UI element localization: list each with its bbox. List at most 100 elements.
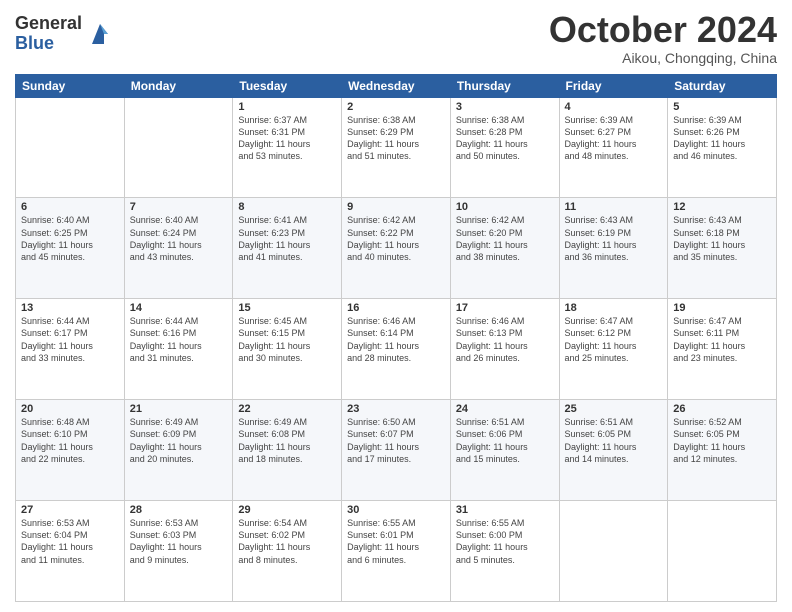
calendar-week-row: 13Sunrise: 6:44 AM Sunset: 6:17 PM Dayli…: [16, 299, 777, 400]
day-number: 10: [456, 201, 554, 213]
calendar-cell: [668, 501, 777, 602]
day-info: Sunrise: 6:49 AM Sunset: 6:09 PM Dayligh…: [130, 416, 228, 465]
day-number: 2: [347, 101, 445, 113]
day-number: 18: [565, 302, 663, 314]
location: Aikou, Chongqing, China: [549, 50, 777, 66]
calendar-cell: 13Sunrise: 6:44 AM Sunset: 6:17 PM Dayli…: [16, 299, 125, 400]
day-number: 3: [456, 101, 554, 113]
weekday-header: Friday: [559, 74, 668, 97]
calendar-cell: 25Sunrise: 6:51 AM Sunset: 6:05 PM Dayli…: [559, 400, 668, 501]
calendar-cell: 4Sunrise: 6:39 AM Sunset: 6:27 PM Daylig…: [559, 97, 668, 198]
day-number: 23: [347, 403, 445, 415]
day-info: Sunrise: 6:47 AM Sunset: 6:12 PM Dayligh…: [565, 315, 663, 364]
day-info: Sunrise: 6:52 AM Sunset: 6:05 PM Dayligh…: [673, 416, 771, 465]
day-number: 12: [673, 201, 771, 213]
calendar-cell: 30Sunrise: 6:55 AM Sunset: 6:01 PM Dayli…: [342, 501, 451, 602]
day-number: 16: [347, 302, 445, 314]
day-number: 6: [21, 201, 119, 213]
calendar-header-row: SundayMondayTuesdayWednesdayThursdayFrid…: [16, 74, 777, 97]
calendar-cell: 2Sunrise: 6:38 AM Sunset: 6:29 PM Daylig…: [342, 97, 451, 198]
day-info: Sunrise: 6:55 AM Sunset: 6:00 PM Dayligh…: [456, 517, 554, 566]
calendar-cell: 6Sunrise: 6:40 AM Sunset: 6:25 PM Daylig…: [16, 198, 125, 299]
calendar-cell: 14Sunrise: 6:44 AM Sunset: 6:16 PM Dayli…: [124, 299, 233, 400]
day-info: Sunrise: 6:46 AM Sunset: 6:13 PM Dayligh…: [456, 315, 554, 364]
day-info: Sunrise: 6:38 AM Sunset: 6:29 PM Dayligh…: [347, 114, 445, 163]
calendar-cell: 20Sunrise: 6:48 AM Sunset: 6:10 PM Dayli…: [16, 400, 125, 501]
day-number: 1: [238, 101, 336, 113]
calendar-cell: [559, 501, 668, 602]
day-number: 19: [673, 302, 771, 314]
title-block: October 2024 Aikou, Chongqing, China: [549, 10, 777, 66]
day-info: Sunrise: 6:55 AM Sunset: 6:01 PM Dayligh…: [347, 517, 445, 566]
day-info: Sunrise: 6:53 AM Sunset: 6:03 PM Dayligh…: [130, 517, 228, 566]
day-info: Sunrise: 6:51 AM Sunset: 6:05 PM Dayligh…: [565, 416, 663, 465]
calendar-table: SundayMondayTuesdayWednesdayThursdayFrid…: [15, 74, 777, 602]
calendar-cell: 21Sunrise: 6:49 AM Sunset: 6:09 PM Dayli…: [124, 400, 233, 501]
calendar-cell: 23Sunrise: 6:50 AM Sunset: 6:07 PM Dayli…: [342, 400, 451, 501]
day-number: 24: [456, 403, 554, 415]
calendar-cell: 31Sunrise: 6:55 AM Sunset: 6:00 PM Dayli…: [450, 501, 559, 602]
day-info: Sunrise: 6:49 AM Sunset: 6:08 PM Dayligh…: [238, 416, 336, 465]
day-number: 22: [238, 403, 336, 415]
day-info: Sunrise: 6:47 AM Sunset: 6:11 PM Dayligh…: [673, 315, 771, 364]
page: General Blue October 2024 Aikou, Chongqi…: [0, 0, 792, 612]
weekday-header: Saturday: [668, 74, 777, 97]
calendar-week-row: 1Sunrise: 6:37 AM Sunset: 6:31 PM Daylig…: [16, 97, 777, 198]
calendar-cell: [16, 97, 125, 198]
day-info: Sunrise: 6:46 AM Sunset: 6:14 PM Dayligh…: [347, 315, 445, 364]
calendar-cell: 7Sunrise: 6:40 AM Sunset: 6:24 PM Daylig…: [124, 198, 233, 299]
calendar-cell: 11Sunrise: 6:43 AM Sunset: 6:19 PM Dayli…: [559, 198, 668, 299]
day-number: 13: [21, 302, 119, 314]
calendar-cell: 24Sunrise: 6:51 AM Sunset: 6:06 PM Dayli…: [450, 400, 559, 501]
calendar-cell: 29Sunrise: 6:54 AM Sunset: 6:02 PM Dayli…: [233, 501, 342, 602]
day-info: Sunrise: 6:50 AM Sunset: 6:07 PM Dayligh…: [347, 416, 445, 465]
calendar-cell: 19Sunrise: 6:47 AM Sunset: 6:11 PM Dayli…: [668, 299, 777, 400]
day-number: 20: [21, 403, 119, 415]
day-info: Sunrise: 6:48 AM Sunset: 6:10 PM Dayligh…: [21, 416, 119, 465]
day-number: 31: [456, 504, 554, 516]
day-info: Sunrise: 6:44 AM Sunset: 6:16 PM Dayligh…: [130, 315, 228, 364]
day-number: 30: [347, 504, 445, 516]
day-info: Sunrise: 6:37 AM Sunset: 6:31 PM Dayligh…: [238, 114, 336, 163]
day-number: 27: [21, 504, 119, 516]
header: General Blue October 2024 Aikou, Chongqi…: [15, 10, 777, 66]
calendar-cell: 27Sunrise: 6:53 AM Sunset: 6:04 PM Dayli…: [16, 501, 125, 602]
day-info: Sunrise: 6:54 AM Sunset: 6:02 PM Dayligh…: [238, 517, 336, 566]
logo-icon: [86, 20, 114, 48]
calendar-week-row: 20Sunrise: 6:48 AM Sunset: 6:10 PM Dayli…: [16, 400, 777, 501]
day-info: Sunrise: 6:41 AM Sunset: 6:23 PM Dayligh…: [238, 214, 336, 263]
calendar-cell: 3Sunrise: 6:38 AM Sunset: 6:28 PM Daylig…: [450, 97, 559, 198]
day-info: Sunrise: 6:53 AM Sunset: 6:04 PM Dayligh…: [21, 517, 119, 566]
calendar-cell: 15Sunrise: 6:45 AM Sunset: 6:15 PM Dayli…: [233, 299, 342, 400]
day-number: 17: [456, 302, 554, 314]
calendar-cell: 10Sunrise: 6:42 AM Sunset: 6:20 PM Dayli…: [450, 198, 559, 299]
calendar-cell: 26Sunrise: 6:52 AM Sunset: 6:05 PM Dayli…: [668, 400, 777, 501]
calendar-cell: 12Sunrise: 6:43 AM Sunset: 6:18 PM Dayli…: [668, 198, 777, 299]
day-number: 26: [673, 403, 771, 415]
calendar-cell: 16Sunrise: 6:46 AM Sunset: 6:14 PM Dayli…: [342, 299, 451, 400]
day-info: Sunrise: 6:44 AM Sunset: 6:17 PM Dayligh…: [21, 315, 119, 364]
calendar-cell: 18Sunrise: 6:47 AM Sunset: 6:12 PM Dayli…: [559, 299, 668, 400]
day-number: 4: [565, 101, 663, 113]
day-info: Sunrise: 6:45 AM Sunset: 6:15 PM Dayligh…: [238, 315, 336, 364]
calendar-week-row: 27Sunrise: 6:53 AM Sunset: 6:04 PM Dayli…: [16, 501, 777, 602]
calendar-week-row: 6Sunrise: 6:40 AM Sunset: 6:25 PM Daylig…: [16, 198, 777, 299]
day-info: Sunrise: 6:40 AM Sunset: 6:25 PM Dayligh…: [21, 214, 119, 263]
weekday-header: Tuesday: [233, 74, 342, 97]
day-number: 29: [238, 504, 336, 516]
weekday-header: Monday: [124, 74, 233, 97]
day-info: Sunrise: 6:39 AM Sunset: 6:27 PM Dayligh…: [565, 114, 663, 163]
day-number: 25: [565, 403, 663, 415]
day-number: 9: [347, 201, 445, 213]
calendar-cell: 9Sunrise: 6:42 AM Sunset: 6:22 PM Daylig…: [342, 198, 451, 299]
calendar-cell: 1Sunrise: 6:37 AM Sunset: 6:31 PM Daylig…: [233, 97, 342, 198]
weekday-header: Wednesday: [342, 74, 451, 97]
calendar-cell: 8Sunrise: 6:41 AM Sunset: 6:23 PM Daylig…: [233, 198, 342, 299]
day-number: 21: [130, 403, 228, 415]
calendar-cell: 5Sunrise: 6:39 AM Sunset: 6:26 PM Daylig…: [668, 97, 777, 198]
logo: General Blue: [15, 14, 114, 54]
calendar-cell: 28Sunrise: 6:53 AM Sunset: 6:03 PM Dayli…: [124, 501, 233, 602]
weekday-header: Thursday: [450, 74, 559, 97]
day-info: Sunrise: 6:43 AM Sunset: 6:19 PM Dayligh…: [565, 214, 663, 263]
day-number: 8: [238, 201, 336, 213]
